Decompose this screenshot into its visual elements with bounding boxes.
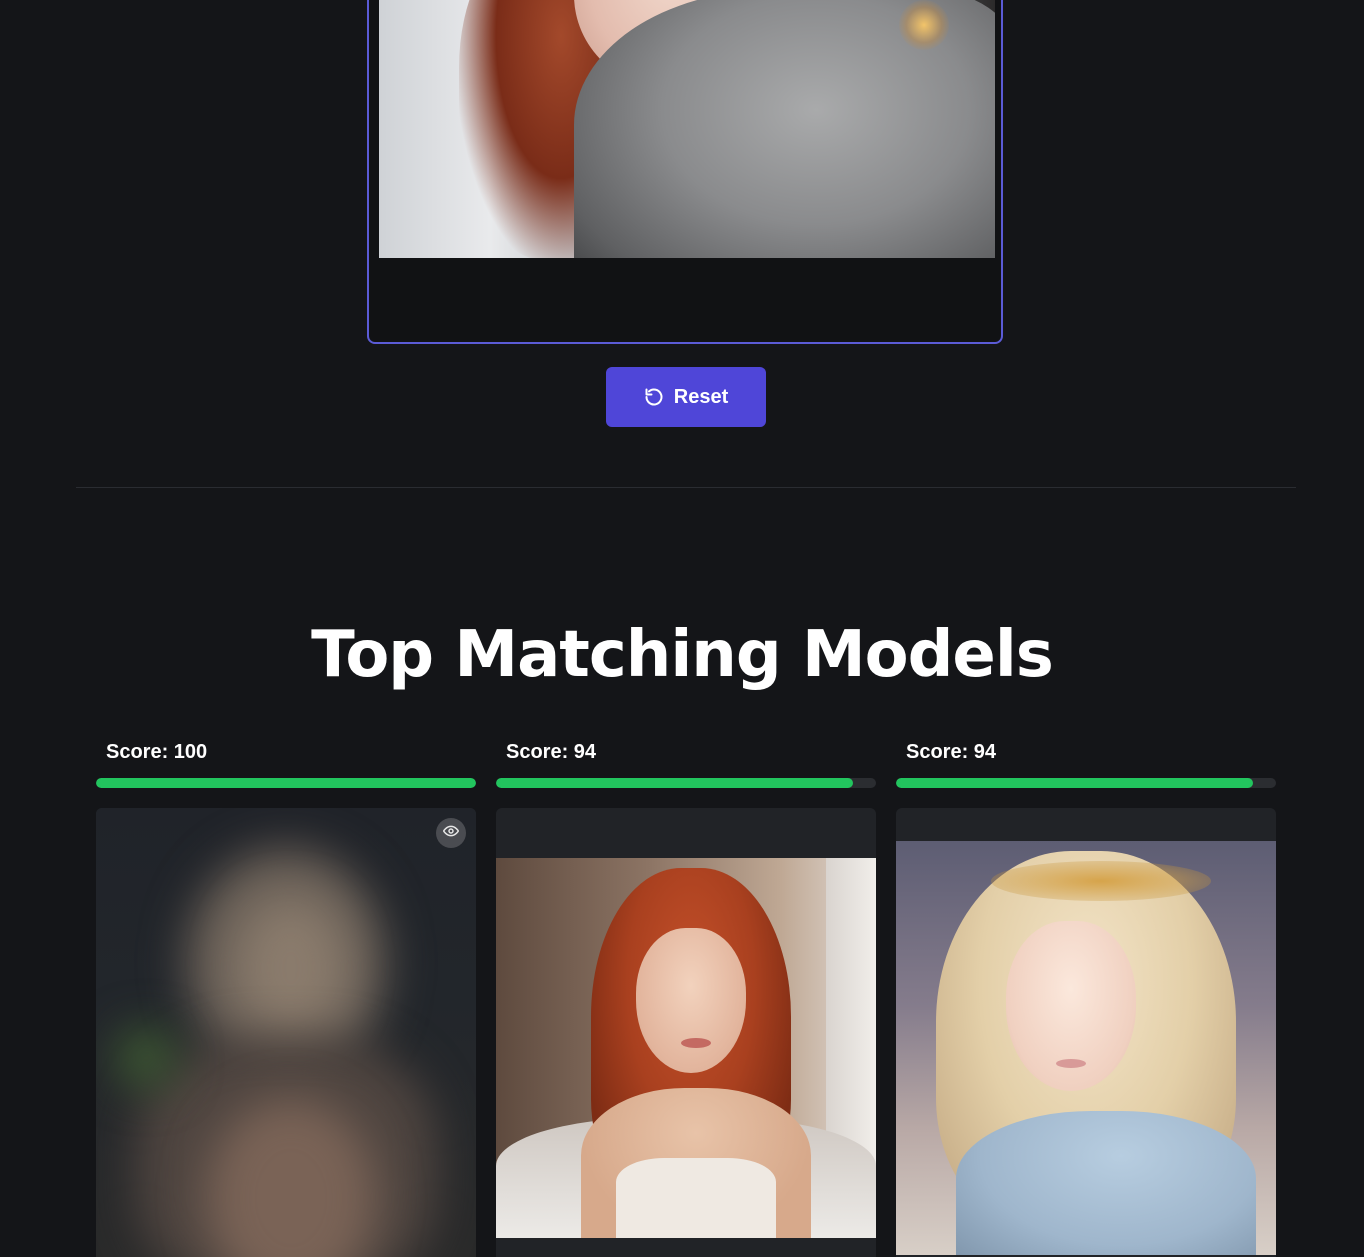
reveal-eye-button[interactable] xyxy=(436,818,466,848)
score-bar-fill xyxy=(496,778,854,788)
score-label: Score: 100 xyxy=(106,741,208,763)
page: Reset Top Matching Models Score: 100 Sco… xyxy=(0,0,1364,1257)
score-label: Score: 94 xyxy=(906,741,997,763)
model-photo-blurred xyxy=(96,808,476,1257)
section-title: Top Matching Models xyxy=(311,618,1054,692)
model-photo xyxy=(496,858,876,1238)
model-card[interactable] xyxy=(96,808,476,1257)
score-bar-fill xyxy=(96,778,476,788)
reset-icon xyxy=(644,387,664,407)
photo-bokeh xyxy=(899,0,949,50)
score-bar xyxy=(96,778,476,788)
model-card-column: Score: 100 xyxy=(96,736,476,1257)
upload-preview-card[interactable] xyxy=(367,0,1003,344)
uploaded-photo xyxy=(379,0,995,258)
section-divider xyxy=(76,487,1296,488)
reset-label: Reset xyxy=(673,385,729,408)
score-bar xyxy=(496,778,876,788)
model-card-column: Score: 94 xyxy=(896,736,1276,1257)
reset-button[interactable]: Reset xyxy=(606,367,766,427)
model-card[interactable] xyxy=(496,808,876,1257)
model-card[interactable] xyxy=(896,808,1276,1257)
score-bar-fill xyxy=(896,778,1254,788)
score-label: Score: 94 xyxy=(506,741,597,763)
eye-icon xyxy=(442,823,460,844)
model-card-column: Score: 94 xyxy=(496,736,876,1257)
model-photo xyxy=(896,841,1276,1255)
score-bar xyxy=(896,778,1276,788)
